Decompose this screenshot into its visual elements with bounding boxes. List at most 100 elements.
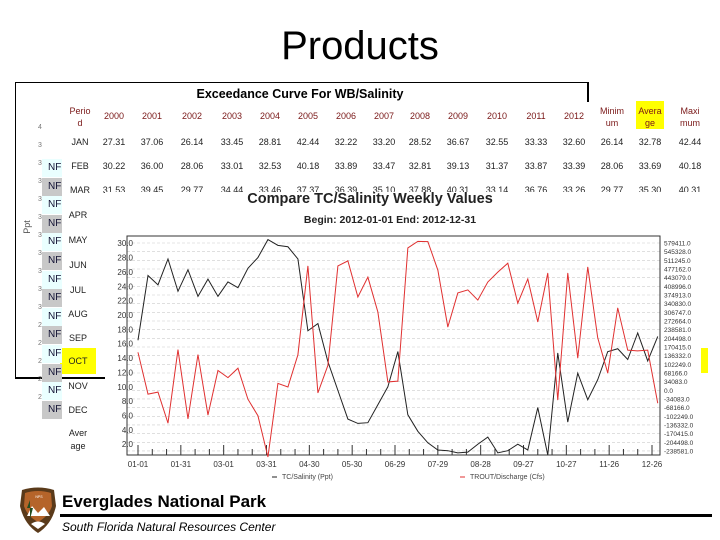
right-tick-label: 306747.0	[664, 310, 691, 317]
right-tick-label: 511245.0	[664, 258, 691, 265]
data-point	[167, 422, 169, 424]
left-tick-label: 28.0	[117, 254, 133, 263]
data-point	[297, 258, 299, 260]
data-point	[137, 352, 139, 353]
data-point	[487, 436, 489, 438]
data-point	[627, 359, 629, 360]
right-tick-label: 238581.0	[664, 327, 691, 334]
x-tick-label: 04-30	[299, 460, 320, 469]
data-point	[507, 450, 509, 451]
data-point	[617, 348, 619, 350]
data-point	[497, 271, 499, 273]
data-point	[297, 354, 299, 356]
right-tick-label: 477162.0	[664, 266, 691, 273]
data-point	[627, 349, 629, 351]
right-tick-label: 340830.0	[664, 301, 691, 308]
data-point	[387, 381, 389, 383]
data-point	[317, 392, 319, 394]
svg-text:NPS: NPS	[35, 495, 43, 499]
x-tick-label: 07-29	[428, 460, 449, 469]
series-line-discharge	[137, 240, 659, 458]
data-point	[157, 391, 159, 393]
right-tick-label: 102249.0	[664, 362, 691, 369]
x-tick-label: 12-26	[642, 460, 663, 469]
x-tick-label: 09-27	[513, 460, 534, 469]
data-point	[467, 289, 469, 291]
data-point	[327, 365, 329, 366]
data-point	[237, 367, 239, 369]
data-point	[647, 360, 649, 362]
data-point	[397, 380, 399, 382]
data-point	[287, 386, 289, 388]
data-point	[457, 292, 459, 294]
data-point	[407, 414, 409, 416]
right-tick-label: 68166.0	[664, 370, 688, 377]
left-tick-label: 16.0	[117, 340, 133, 349]
right-tick-label: 136332.0	[664, 353, 691, 360]
data-point	[197, 354, 199, 356]
left-tick-label: 10.0	[117, 383, 133, 392]
data-point	[597, 379, 599, 380]
weekly-values-chart: 579411.0545328.0 511245.0477162.0 443079.0…	[117, 235, 694, 481]
right-tick-label: 170415.0	[664, 344, 691, 351]
data-point	[437, 269, 439, 271]
right-tick-label: 374913.0	[664, 292, 691, 299]
x-tick-label: 11-26	[599, 460, 619, 469]
right-tick-label: -136332.0	[664, 422, 694, 429]
data-point	[477, 299, 479, 301]
x-tick-label: 10-27	[556, 460, 577, 469]
data-point	[247, 398, 249, 400]
data-point	[357, 296, 359, 298]
data-point	[597, 337, 599, 339]
series-line-salinity	[137, 238, 659, 456]
data-point	[437, 449, 439, 451]
data-point	[377, 404, 379, 406]
x-tick-label: 06-29	[385, 460, 406, 469]
data-point	[447, 450, 449, 451]
data-point	[347, 260, 349, 262]
data-point	[267, 239, 269, 240]
data-point	[537, 321, 539, 323]
data-point	[457, 452, 459, 454]
right-tick-label: -102249.0	[664, 414, 694, 421]
data-point	[577, 372, 579, 374]
data-point	[307, 265, 309, 267]
data-point	[377, 311, 379, 313]
data-point	[337, 265, 339, 267]
data-point	[657, 336, 659, 337]
left-tick-label: 12.0	[117, 368, 133, 377]
data-point	[207, 414, 209, 416]
data-point	[227, 377, 229, 378]
left-tick-label: 6.0	[122, 412, 134, 421]
data-point	[567, 272, 569, 274]
data-point	[247, 268, 249, 269]
x-tick-label: 01-01	[128, 460, 149, 469]
x-tick-label: 03-01	[213, 460, 234, 469]
data-point	[477, 443, 479, 445]
data-point	[317, 323, 319, 324]
legend-label: TROUT/Discharge (Cfs)	[470, 474, 545, 481]
right-tick-label: 204498.0	[664, 336, 691, 343]
data-point	[647, 349, 649, 351]
right-tick-label: -238581.0	[664, 448, 694, 455]
data-point	[427, 241, 429, 242]
data-point	[637, 350, 639, 352]
data-point	[517, 302, 519, 304]
data-point	[167, 258, 169, 260]
right-tick-label: -34083.0	[664, 396, 690, 403]
data-point	[367, 422, 369, 423]
data-point	[147, 393, 149, 395]
data-point	[267, 456, 269, 458]
right-tick-label: -204498.0	[664, 440, 694, 447]
left-tick-label: 2.0	[122, 440, 134, 449]
x-tick-label: 01-31	[171, 460, 192, 469]
right-tick-label: 0.0	[664, 388, 673, 395]
data-point	[177, 349, 179, 350]
data-point	[487, 281, 489, 283]
data-point	[527, 449, 529, 451]
legend-label: TC/Salinity (Ppt)	[282, 474, 333, 481]
data-point	[307, 330, 309, 332]
right-tick-label: -170415.0	[664, 431, 694, 438]
data-point	[607, 351, 609, 352]
data-point	[367, 276, 369, 278]
